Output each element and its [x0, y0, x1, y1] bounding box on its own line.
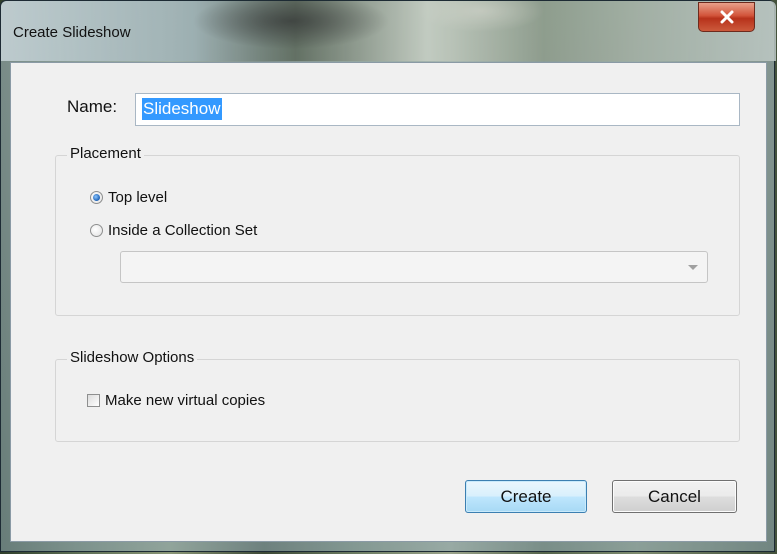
- radio-button-checked[interactable]: [90, 191, 103, 204]
- title-bar[interactable]: Create Slideshow: [1, 1, 776, 61]
- radio-button-unchecked[interactable]: [90, 224, 103, 237]
- virtual-copies-checkbox[interactable]: [87, 394, 100, 407]
- slideshow-options-group: Slideshow Options Make new virtual copie…: [55, 349, 740, 442]
- virtual-copies-option[interactable]: Make new virtual copies: [87, 392, 265, 409]
- window-title: Create Slideshow: [13, 24, 131, 41]
- name-input-value: Slideshow: [142, 98, 222, 120]
- radio-top-level-label: Top level: [108, 189, 168, 206]
- cancel-button[interactable]: Cancel: [612, 480, 737, 513]
- dialog-client-area: Name: Slideshow Placement Top level Insi…: [10, 62, 767, 542]
- collection-set-dropdown[interactable]: [120, 251, 708, 283]
- close-button[interactable]: [698, 2, 755, 32]
- create-button[interactable]: Create: [465, 480, 587, 513]
- slideshow-options-legend: Slideshow Options: [67, 349, 198, 366]
- name-input[interactable]: Slideshow: [135, 93, 740, 126]
- close-x-icon: [720, 10, 734, 24]
- name-label: Name:: [67, 97, 118, 116]
- create-slideshow-dialog: Create Slideshow Name: Slideshow Placeme…: [0, 0, 776, 552]
- placement-group: Placement Top level Inside a Collection …: [55, 145, 740, 316]
- radio-inside-collection-set-label: Inside a Collection Set: [108, 222, 258, 239]
- placement-legend: Placement: [67, 145, 144, 162]
- radio-inside-collection-set[interactable]: Inside a Collection Set: [90, 222, 257, 239]
- virtual-copies-label: Make new virtual copies: [105, 392, 266, 409]
- radio-top-level[interactable]: Top level: [90, 189, 167, 206]
- chevron-down-icon: [688, 265, 698, 270]
